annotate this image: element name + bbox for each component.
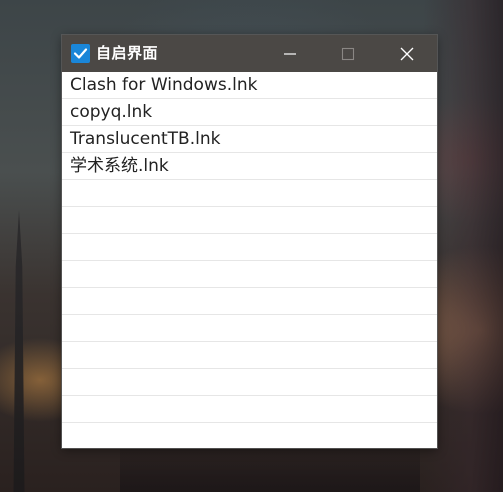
list-item[interactable]: TranslucentTB.lnk bbox=[62, 126, 437, 153]
list-item[interactable] bbox=[62, 261, 437, 288]
close-icon bbox=[400, 47, 414, 61]
list-item[interactable] bbox=[62, 423, 437, 448]
maximize-button[interactable] bbox=[319, 35, 377, 72]
startup-file-list[interactable]: Clash for Windows.lnk copyq.lnk Transluc… bbox=[62, 72, 437, 448]
list-item[interactable]: copyq.lnk bbox=[62, 99, 437, 126]
list-item[interactable] bbox=[62, 315, 437, 342]
minimize-button[interactable] bbox=[261, 35, 319, 72]
list-item-label: 学术系统.lnk bbox=[70, 156, 169, 176]
list-item[interactable]: 学术系统.lnk bbox=[62, 153, 437, 180]
list-item[interactable] bbox=[62, 180, 437, 207]
list-item[interactable] bbox=[62, 207, 437, 234]
list-item[interactable] bbox=[62, 288, 437, 315]
close-button[interactable] bbox=[378, 35, 436, 72]
title-bar[interactable]: 自启界面 bbox=[62, 35, 437, 72]
list-item-label: Clash for Windows.lnk bbox=[70, 75, 258, 95]
autostart-window: 自启界面 Clash for Windows.lnk copyq.lnk Tra… bbox=[62, 35, 437, 448]
window-title: 自启界面 bbox=[96, 44, 159, 62]
maximize-icon bbox=[341, 47, 355, 61]
list-item-label: copyq.lnk bbox=[70, 102, 153, 122]
list-item[interactable] bbox=[62, 369, 437, 396]
list-item[interactable] bbox=[62, 342, 437, 369]
list-item[interactable] bbox=[62, 234, 437, 261]
list-item-label: TranslucentTB.lnk bbox=[70, 129, 221, 149]
minimize-icon bbox=[284, 53, 296, 55]
wallpaper-spire bbox=[13, 210, 25, 492]
checkbox-icon[interactable] bbox=[71, 44, 90, 63]
list-item[interactable] bbox=[62, 396, 437, 423]
list-item[interactable]: Clash for Windows.lnk bbox=[62, 72, 437, 99]
